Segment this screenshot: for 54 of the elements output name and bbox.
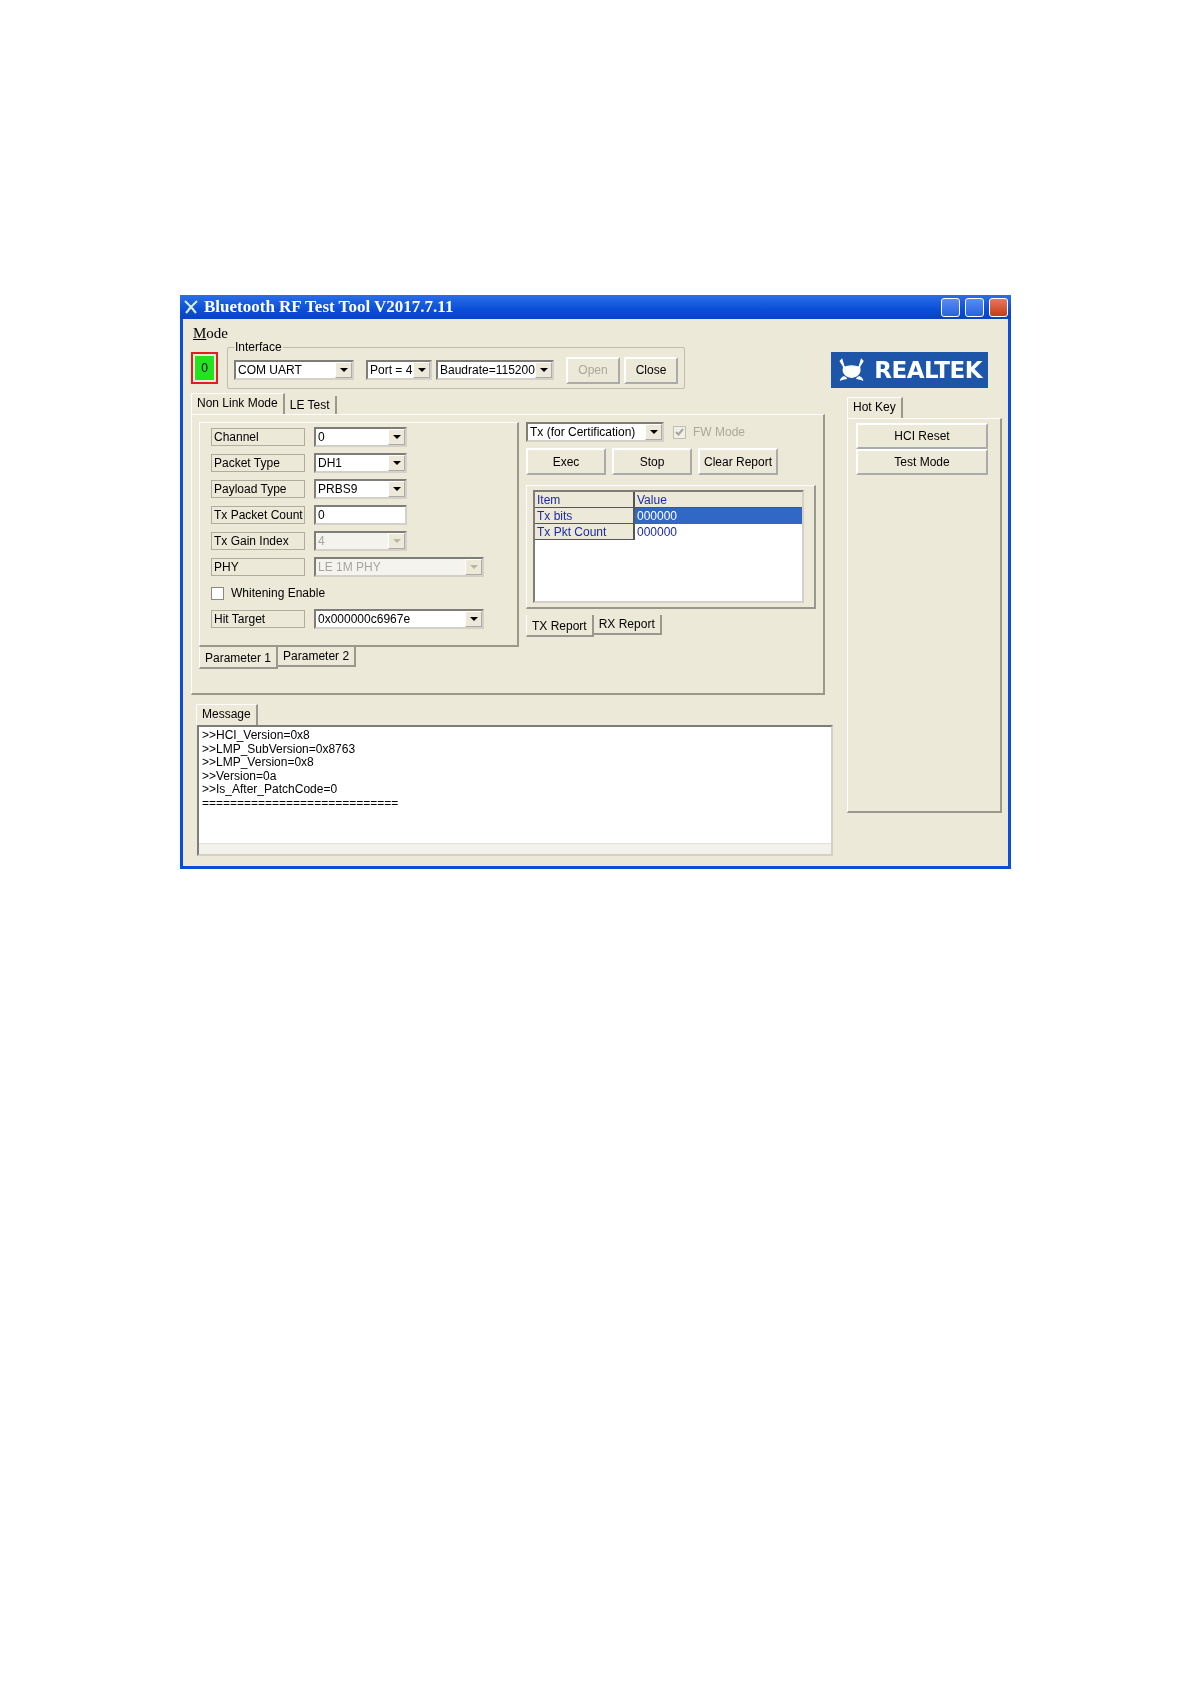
- table-cell[interactable]: 000000: [635, 508, 802, 524]
- table-cell: Tx Pkt Count: [535, 524, 635, 540]
- status-indicator: 0: [191, 352, 218, 384]
- tab[interactable]: RX Report: [593, 615, 662, 635]
- tab[interactable]: Parameter 1: [199, 647, 279, 669]
- minimize-button[interactable]: [941, 297, 960, 317]
- tab[interactable]: Non Link Mode: [191, 393, 285, 414]
- menu-item[interactable]: Mode: [193, 325, 228, 342]
- tab[interactable]: TX Report: [526, 615, 594, 637]
- app-icon: [183, 299, 199, 315]
- log-line: >>HCI_Version=0x8: [202, 729, 311, 743]
- log-line: >>Version=0a: [202, 769, 277, 783]
- dropdown-field[interactable]: COM UART: [234, 360, 354, 380]
- log-line: ============================: [202, 796, 400, 810]
- tab[interactable]: Message: [196, 704, 258, 725]
- field-label: Payload Type: [211, 480, 305, 498]
- dropdown-field[interactable]: 0x000000c6967e: [314, 609, 484, 629]
- button[interactable]: Test Mode: [856, 449, 988, 475]
- log-line: >>LMP_SubVersion=0x8763: [202, 742, 357, 756]
- input-field[interactable]: 0: [314, 505, 407, 525]
- checkbox[interactable]: [211, 586, 224, 600]
- dropdown-field[interactable]: 0: [314, 427, 407, 447]
- tab[interactable]: Parameter 2: [278, 647, 357, 667]
- close-button[interactable]: [989, 297, 1008, 317]
- button[interactable]: Clear Report: [698, 448, 778, 475]
- log-line: >>Is_After_PatchCode=0: [202, 783, 339, 797]
- dropdown-field[interactable]: DH1: [314, 453, 407, 473]
- table-cell: Tx bits: [535, 508, 635, 524]
- button[interactable]: Stop: [612, 448, 692, 475]
- group-label: Interface: [234, 340, 283, 354]
- maximize-button[interactable]: [965, 297, 984, 317]
- column-header[interactable]: Value: [635, 492, 802, 508]
- field-label: Packet Type: [211, 454, 305, 472]
- button[interactable]: HCI Reset: [856, 423, 988, 449]
- dropdown-field[interactable]: PRBS9: [314, 479, 407, 499]
- field-label: Hit Target: [211, 610, 305, 628]
- field-label: Tx Packet Count: [211, 506, 305, 524]
- tab[interactable]: Hot Key: [847, 397, 903, 418]
- field-label: Tx Gain Index: [211, 532, 305, 550]
- checkbox-label: Whitening Enable: [231, 586, 326, 600]
- table-cell[interactable]: 000000: [635, 524, 802, 540]
- column-header[interactable]: Item: [535, 492, 635, 508]
- window-title: Bluetooth RF Test Tool V2017.7.11: [204, 297, 455, 317]
- dropdown-field[interactable]: Baudrate=115200: [436, 360, 554, 380]
- checkbox-label: FW Mode: [693, 425, 745, 439]
- scrollbar[interactable]: [199, 843, 831, 854]
- dropdown-field[interactable]: Tx (for Certification): [526, 422, 664, 442]
- dropdown-field[interactable]: Port = 4: [366, 360, 432, 380]
- field-label: PHY: [211, 558, 305, 576]
- button[interactable]: Close: [624, 356, 678, 384]
- field-label: Channel: [211, 428, 305, 446]
- log-line: >>LMP_Version=0x8: [202, 756, 314, 770]
- logo: REALTEK: [831, 352, 988, 388]
- button[interactable]: Exec: [526, 448, 606, 475]
